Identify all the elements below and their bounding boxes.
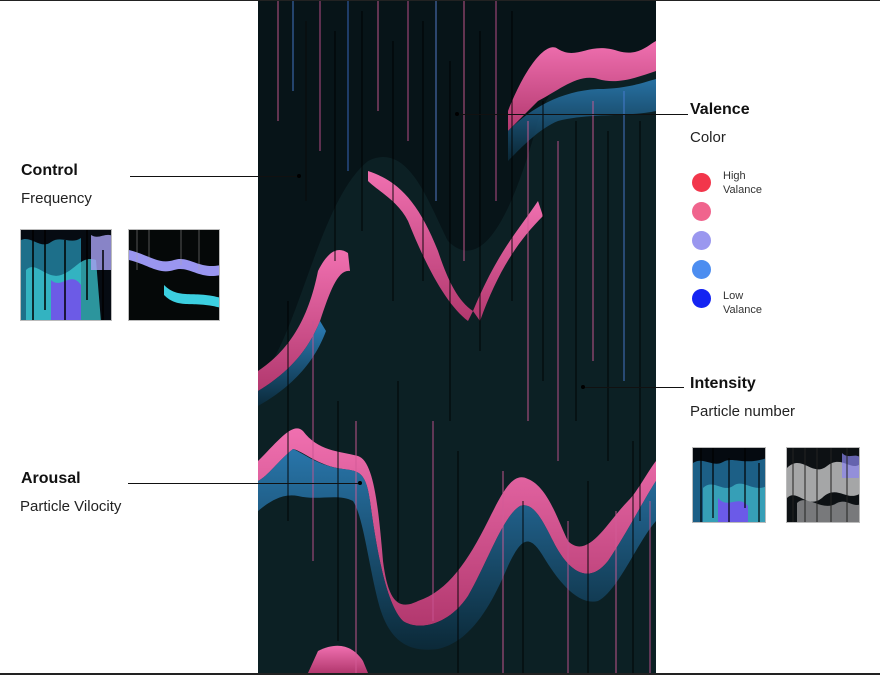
control-leader-line	[130, 176, 300, 177]
intensity-thumbnail-1	[692, 447, 766, 523]
control-title: Control	[21, 162, 78, 179]
intensity-subtitle: Particle number	[690, 403, 796, 420]
control-leader-dot	[297, 174, 301, 178]
legend-dot-2	[692, 202, 711, 221]
control-thumbnail-2	[128, 229, 220, 321]
generative-artwork	[258, 1, 656, 673]
legend-label-high-valance: High Valance	[723, 170, 762, 196]
arousal-title: Arousal	[21, 470, 81, 487]
legend-label-low-valance: Low Valance	[723, 290, 762, 316]
arousal-subtitle: Particle Vilocity	[20, 498, 122, 515]
arousal-leader-line	[128, 483, 360, 484]
legend-dot-low-valance	[692, 289, 711, 308]
valence-subtitle: Color	[690, 129, 726, 146]
intensity-leader-dot	[581, 385, 585, 389]
control-subtitle: Frequency	[21, 190, 92, 207]
legend-dot-4	[692, 260, 711, 279]
intensity-leader-line	[584, 387, 684, 388]
valence-leader-line	[458, 114, 688, 115]
legend-dot-high-valance	[692, 173, 711, 192]
intensity-title: Intensity	[690, 375, 756, 392]
valence-leader-dot	[455, 112, 459, 116]
arousal-leader-dot	[358, 481, 362, 485]
valence-title: Valence	[690, 101, 750, 118]
intensity-thumbnail-2	[786, 447, 860, 523]
control-thumbnail-1	[20, 229, 112, 321]
legend-dot-3	[692, 231, 711, 250]
